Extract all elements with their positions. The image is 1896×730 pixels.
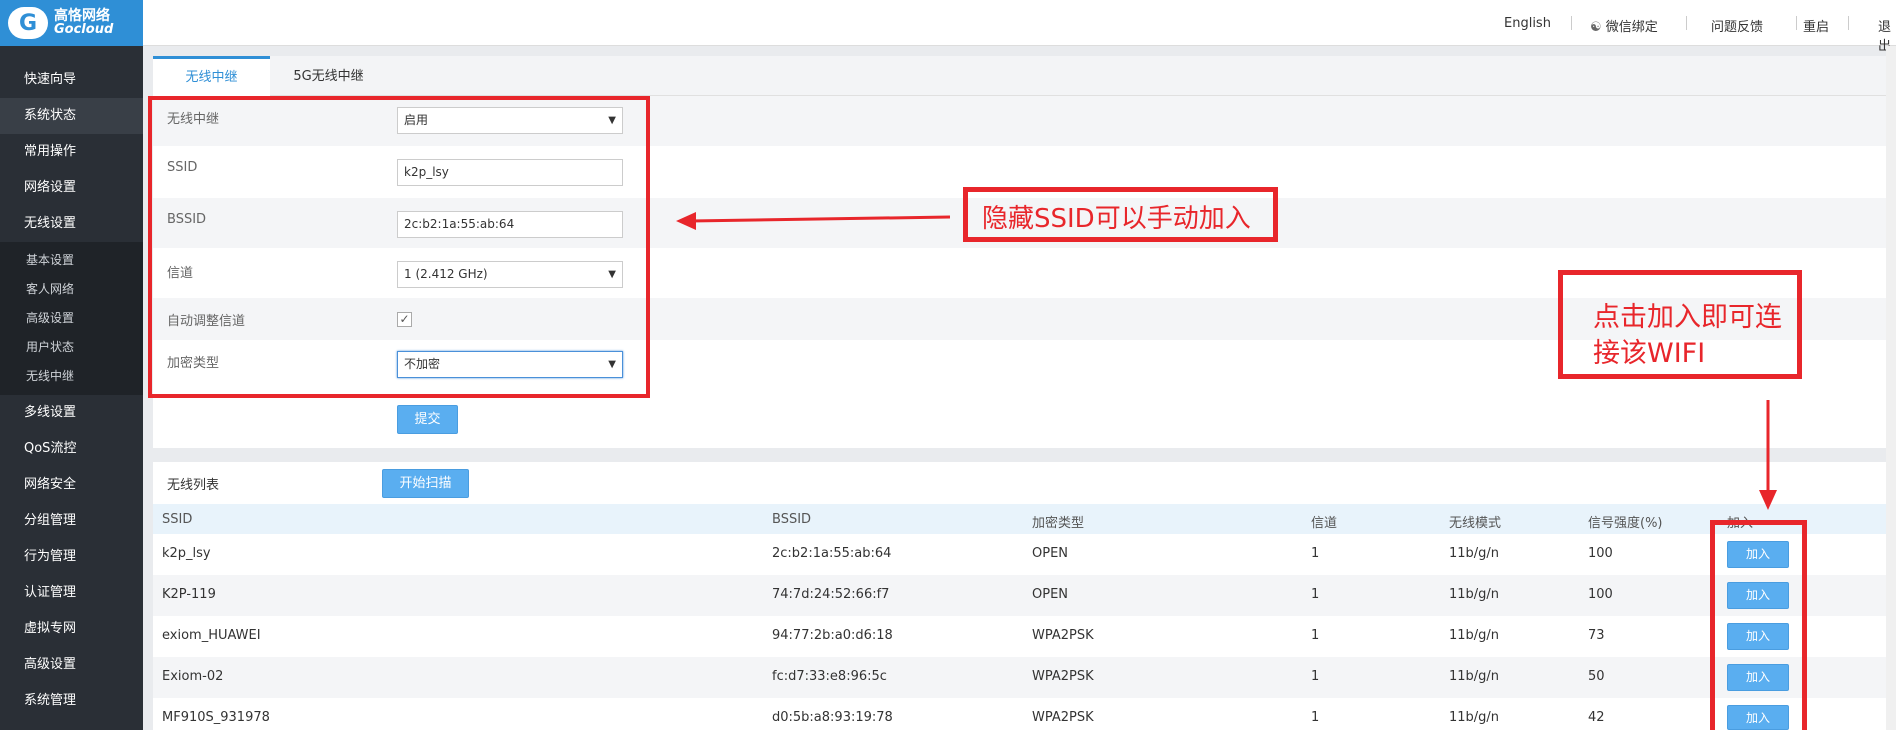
cell-channel: 1 — [1311, 587, 1320, 602]
cell-encryption: WPA2PSK — [1032, 710, 1094, 725]
col-mode: 无线模式 — [1449, 516, 1502, 531]
gocloud-logo-icon: G — [8, 7, 48, 39]
col-ssid: SSID — [162, 512, 193, 527]
cell-encryption: WPA2PSK — [1032, 669, 1094, 684]
annotation-box-form — [148, 96, 650, 398]
col-encryption: 加密类型 — [1032, 516, 1085, 531]
col-bssid: BSSID — [772, 512, 812, 527]
wireless-submenu: 基本设置 客人网络 高级设置 用户状态 无线中继 — [0, 242, 143, 395]
menu-vpn[interactable]: 虚拟专网 — [0, 611, 143, 647]
cell-signal: 50 — [1588, 669, 1605, 684]
cell-mode: 11b/g/n — [1449, 546, 1500, 561]
logo-brand: Gocloud — [54, 22, 114, 37]
wireless-list: 无线列表 开始扫描 SSID BSSID 加密类型 信道 无线模式 信号强度(%… — [153, 462, 1896, 730]
scrollbar[interactable] — [1886, 46, 1896, 730]
annotation-box-hidden-ssid: 隐藏SSID可以手动加入 — [963, 187, 1278, 242]
wireless-list-title: 无线列表 — [167, 478, 220, 493]
submenu-basic[interactable]: 基本设置 — [0, 246, 143, 275]
cell-mode: 11b/g/n — [1449, 628, 1500, 643]
table-row: k2p_lsy 2c:b2:1a:55:ab:64 OPEN 1 11b/g/n… — [153, 534, 1896, 575]
english-link[interactable]: English — [1504, 16, 1551, 31]
cell-encryption: WPA2PSK — [1032, 628, 1094, 643]
cell-encryption: OPEN — [1032, 587, 1069, 602]
wechat-bind-link[interactable]: ☯ 微信绑定 — [1590, 16, 1658, 35]
menu-common-ops[interactable]: 常用操作 — [0, 134, 143, 170]
feedback-link[interactable]: 问题反馈 — [1711, 16, 1763, 35]
cell-channel: 1 — [1311, 710, 1320, 725]
cell-signal: 73 — [1588, 628, 1605, 643]
tab-5g-wireless-relay[interactable]: 5G无线中继 — [270, 56, 387, 96]
divider — [1571, 16, 1572, 30]
divider — [1796, 16, 1797, 30]
col-signal: 信号强度(%) — [1588, 516, 1663, 531]
menu-groups[interactable]: 分组管理 — [0, 503, 143, 539]
col-channel: 信道 — [1311, 516, 1338, 531]
logo[interactable]: G 高恪网络 Gocloud — [0, 0, 143, 46]
wechat-bind-label: 微信绑定 — [1605, 20, 1658, 35]
cell-ssid: K2P-119 — [162, 587, 216, 602]
cell-bssid: 2c:b2:1a:55:ab:64 — [772, 546, 892, 561]
cell-signal: 42 — [1588, 710, 1605, 725]
menu-multiline[interactable]: 多线设置 — [0, 395, 143, 431]
cell-signal: 100 — [1588, 587, 1613, 602]
divider — [1848, 16, 1849, 30]
wechat-icon: ☯ — [1590, 20, 1602, 35]
submenu-wireless-relay[interactable]: 无线中继 — [0, 362, 143, 391]
annotation-click-join-1: 点击加入即可连 — [1593, 302, 1782, 333]
cell-bssid: fc:d7:33:e8:96:5c — [772, 669, 887, 684]
table-row: Exiom-02 fc:d7:33:e8:96:5c WPA2PSK 1 11b… — [153, 657, 1896, 698]
cell-ssid: Exiom-02 — [162, 669, 224, 684]
submenu-advanced[interactable]: 高级设置 — [0, 304, 143, 333]
cell-bssid: 94:77:2b:a0:d6:18 — [772, 628, 893, 643]
submenu-user-status[interactable]: 用户状态 — [0, 333, 143, 362]
cell-mode: 11b/g/n — [1449, 669, 1500, 684]
cell-ssid: k2p_lsy — [162, 546, 211, 561]
cell-bssid: 74:7d:24:52:66:f7 — [772, 587, 890, 602]
divider — [1686, 16, 1687, 30]
menu-behavior[interactable]: 行为管理 — [0, 539, 143, 575]
table-header: SSID BSSID 加密类型 信道 无线模式 信号强度(%) 加入 — [153, 504, 1896, 534]
menu-system-mgmt[interactable]: 系统管理 — [0, 683, 143, 719]
logo-name: 高恪网络 — [54, 8, 110, 24]
table-row: MF910S_931978 d0:5b:a8:93:19:78 WPA2PSK … — [153, 698, 1896, 730]
tab-wireless-relay[interactable]: 无线中继 — [153, 56, 270, 96]
annotation-box-click-join: 点击加入即可连 接该WIFI — [1558, 270, 1802, 379]
cell-ssid: MF910S_931978 — [162, 710, 270, 725]
menu-security[interactable]: 网络安全 — [0, 467, 143, 503]
top-bar: English ☯ 微信绑定 问题反馈 重启 退出 — [143, 0, 1896, 54]
table-row: K2P-119 74:7d:24:52:66:f7 OPEN 1 11b/g/n… — [153, 575, 1896, 616]
annotation-click-join-2: 接该WIFI — [1593, 338, 1706, 369]
cell-bssid: d0:5b:a8:93:19:78 — [772, 710, 893, 725]
table-row: exiom_HUAWEI 94:77:2b:a0:d6:18 WPA2PSK 1… — [153, 616, 1896, 657]
annotation-box-join-column — [1710, 520, 1807, 730]
cell-mode: 11b/g/n — [1449, 710, 1500, 725]
submenu-guest[interactable]: 客人网络 — [0, 275, 143, 304]
cell-channel: 1 — [1311, 669, 1320, 684]
cell-encryption: OPEN — [1032, 546, 1069, 561]
cell-mode: 11b/g/n — [1449, 587, 1500, 602]
menu-wireless-settings[interactable]: 无线设置 — [0, 206, 143, 242]
scan-button[interactable]: 开始扫描 — [382, 469, 469, 498]
cell-ssid: exiom_HUAWEI — [162, 628, 261, 643]
menu-advanced[interactable]: 高级设置 — [0, 647, 143, 683]
menu-qos[interactable]: QoS流控 — [0, 431, 143, 467]
cell-channel: 1 — [1311, 628, 1320, 643]
submit-button[interactable]: 提交 — [397, 405, 458, 434]
menu-network-settings[interactable]: 网络设置 — [0, 170, 143, 206]
tab-bar: 无线中继 5G无线中继 — [153, 56, 1896, 96]
cell-signal: 100 — [1588, 546, 1613, 561]
wireless-list-header: 无线列表 开始扫描 — [153, 462, 1896, 504]
menu-quick-guide[interactable]: 快速向导 — [0, 62, 143, 98]
menu-auth[interactable]: 认证管理 — [0, 575, 143, 611]
annotation-hidden-ssid: 隐藏SSID可以手动加入 — [982, 204, 1251, 234]
restart-link[interactable]: 重启 — [1803, 16, 1829, 35]
sidebar: G 高恪网络 Gocloud 快速向导 系统状态 常用操作 网络设置 无线设置 … — [0, 0, 143, 730]
cell-channel: 1 — [1311, 546, 1320, 561]
menu-system-status[interactable]: 系统状态 — [0, 98, 143, 134]
